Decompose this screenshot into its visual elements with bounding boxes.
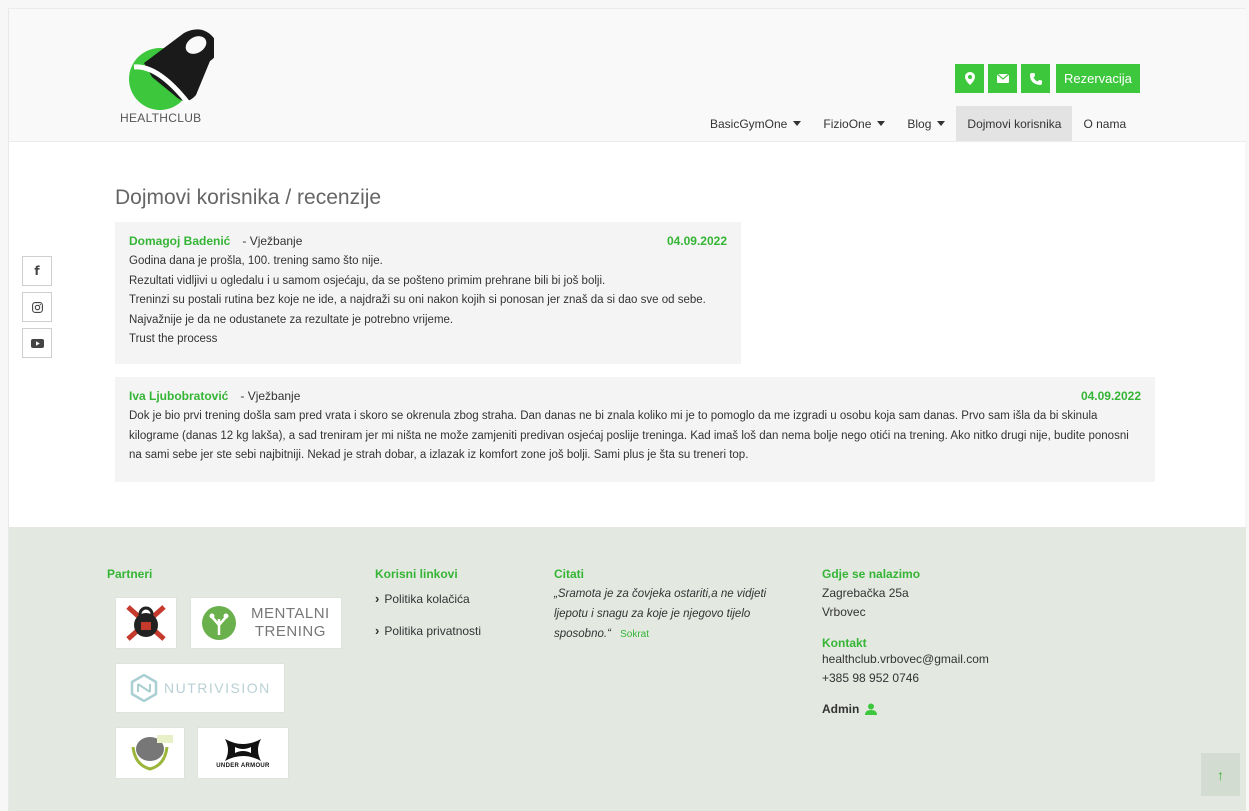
address-city: Vrbovec: [822, 605, 866, 619]
review-card: Iva Ljubobratović - Vježbanje 04.09.2022…: [115, 377, 1155, 482]
link-label: Politika kolačića: [384, 591, 470, 606]
useful-links-column: Korisni linkovi › Politika kolačića › Po…: [375, 567, 481, 638]
review-text-line: Najvažnije je da ne odustanete za rezult…: [129, 313, 454, 326]
site-header: HEALTHCLUB Rezervacija BasicGymOne Fizio…: [9, 9, 1246, 142]
review-category: - Vježbanje: [242, 234, 303, 248]
partner-logo-gym[interactable]: [115, 597, 177, 649]
quote-block: „Sramota je za čovjeka ostariti,a ne vid…: [554, 584, 794, 645]
arrow-up-icon: ↑: [1217, 766, 1224, 783]
site-footer: Partneri MENTALNI TRENING NUTRIVISION UN…: [9, 527, 1246, 811]
nav-label: BasicGymOne: [710, 116, 788, 131]
brain-tree-icon: [202, 606, 236, 640]
review-text-line: Treninzi su postali rutina bez koje ne i…: [129, 294, 706, 306]
reservation-button[interactable]: Rezervacija: [1056, 64, 1140, 93]
location-column: Gdje se nalazimo Zagrebačka 25a Vrbovec …: [822, 567, 989, 716]
laurel-crest-icon: [131, 735, 173, 771]
caret-down-icon: [937, 121, 946, 126]
kettlebell-crest-icon: [126, 605, 166, 641]
links-heading: Korisni linkovi: [375, 567, 458, 581]
nav-item-blog[interactable]: Blog: [896, 106, 956, 141]
nav-label: O nama: [1083, 116, 1127, 131]
instagram-icon: [31, 301, 43, 313]
nav-label: Dojmovi korisnika: [967, 116, 1062, 131]
under-armour-logo-icon: [225, 739, 261, 761]
contact-phone[interactable]: +385 98 952 0746: [822, 669, 989, 688]
partners-heading: Partneri: [107, 567, 153, 581]
link-privacy-policy[interactable]: › Politika privatnosti: [375, 623, 481, 638]
envelope-icon: [996, 74, 1009, 83]
review-text-line: Rezultati vidljivi u ogledalu i u samom …: [129, 274, 606, 287]
link-cookie-policy[interactable]: › Politika kolačića: [375, 591, 481, 606]
mentalni-line: MENTALNI: [251, 605, 330, 622]
facebook-link[interactable]: f: [22, 256, 52, 286]
partner-logo-mentalni-trening[interactable]: MENTALNI TRENING: [190, 597, 342, 649]
location-button[interactable]: [955, 64, 984, 93]
chevron-right-icon: ›: [375, 623, 380, 638]
top-action-buttons: Rezervacija: [955, 64, 1140, 93]
review-card: Domagoj Badenić - Vježbanje 04.09.2022 G…: [115, 222, 741, 364]
partners-column: Partneri: [107, 567, 152, 581]
nutrivision-hexagon-icon: [130, 674, 158, 702]
admin-label: Admin: [822, 702, 860, 716]
trening-line: TRENING: [254, 623, 326, 640]
youtube-link[interactable]: [22, 328, 52, 358]
nav-item-dojmovi-korisnika[interactable]: Dojmovi korisnika: [956, 106, 1073, 141]
review-date: 04.09.2022: [1080, 389, 1141, 403]
email-button[interactable]: [988, 64, 1017, 93]
page-title: Dojmovi korisnika / recenzije: [115, 186, 382, 209]
quotes-heading: Citati: [554, 567, 584, 581]
review-category: - Vježbanje: [240, 389, 301, 403]
location-pin-icon: [964, 72, 975, 85]
logo-text[interactable]: HEALTHCLUB: [120, 111, 201, 125]
nav-item-fizioone[interactable]: FizioOne: [812, 106, 896, 141]
review-date: 04.09.2022: [666, 234, 727, 248]
caret-down-icon: [877, 121, 886, 126]
chevron-right-icon: ›: [375, 591, 380, 606]
nav-item-o-nama[interactable]: O nama: [1072, 106, 1137, 141]
quote-author: Sokrat: [620, 629, 650, 640]
facebook-icon: f: [34, 264, 40, 278]
review-text-line: Godina dana je prošla, 100. trening samo…: [129, 255, 383, 267]
quotes-column: Citati „Sramota je za čovjeka ostariti,a…: [554, 567, 794, 645]
location-heading: Gdje se nalazimo: [822, 567, 921, 581]
address-street: Zagrebačka 25a: [822, 586, 909, 600]
nav-item-basicgymone[interactable]: BasicGymOne: [699, 106, 812, 141]
review-header: Iva Ljubobratović - Vježbanje 04.09.2022: [129, 389, 1141, 403]
youtube-icon: [30, 338, 44, 348]
instagram-link[interactable]: [22, 292, 52, 322]
review-text: Dok je bio prvi trening došla sam pred v…: [129, 410, 1129, 461]
quote-text: „Sramota je za čovjeka ostariti,a ne vid…: [554, 588, 767, 640]
caret-down-icon: [793, 121, 802, 126]
user-icon: [865, 703, 878, 715]
review-text-line: Trust the process: [129, 333, 218, 345]
mentalni-trening-text: MENTALNI TRENING: [251, 605, 330, 641]
link-label: Politika privatnosti: [384, 623, 482, 638]
page-frame: HEALTHCLUB Rezervacija BasicGymOne Fizio…: [8, 8, 1246, 811]
review-author: Domagoj Badenić: [129, 234, 231, 248]
phone-icon: [1029, 72, 1042, 85]
contact-email[interactable]: healthclub.vrbovec@gmail.com: [822, 650, 989, 669]
partner-logo-under-armour[interactable]: UNDER ARMOUR: [197, 727, 289, 779]
kettlebell-logo[interactable]: [124, 21, 214, 111]
contact-heading: Kontakt: [822, 636, 867, 650]
phone-button[interactable]: [1021, 64, 1050, 93]
nav-label: FizioOne: [823, 116, 872, 131]
review-header: Domagoj Badenić - Vježbanje 04.09.2022: [129, 234, 727, 248]
partner-logo-nutrivision[interactable]: NUTRIVISION: [115, 663, 285, 713]
under-armour-text: UNDER ARMOUR: [216, 763, 270, 769]
nav-label: Blog: [907, 116, 932, 131]
social-links: f: [22, 256, 52, 358]
partner-logo-crest[interactable]: [115, 727, 185, 779]
review-author: Iva Ljubobratović: [129, 389, 229, 403]
admin-link[interactable]: Admin: [822, 702, 989, 716]
main-nav: BasicGymOne FizioOne Blog Dojmovi korisn…: [699, 106, 1137, 141]
nutrivision-text: NUTRIVISION: [164, 680, 271, 696]
scroll-to-top-button[interactable]: ↑: [1201, 753, 1240, 796]
